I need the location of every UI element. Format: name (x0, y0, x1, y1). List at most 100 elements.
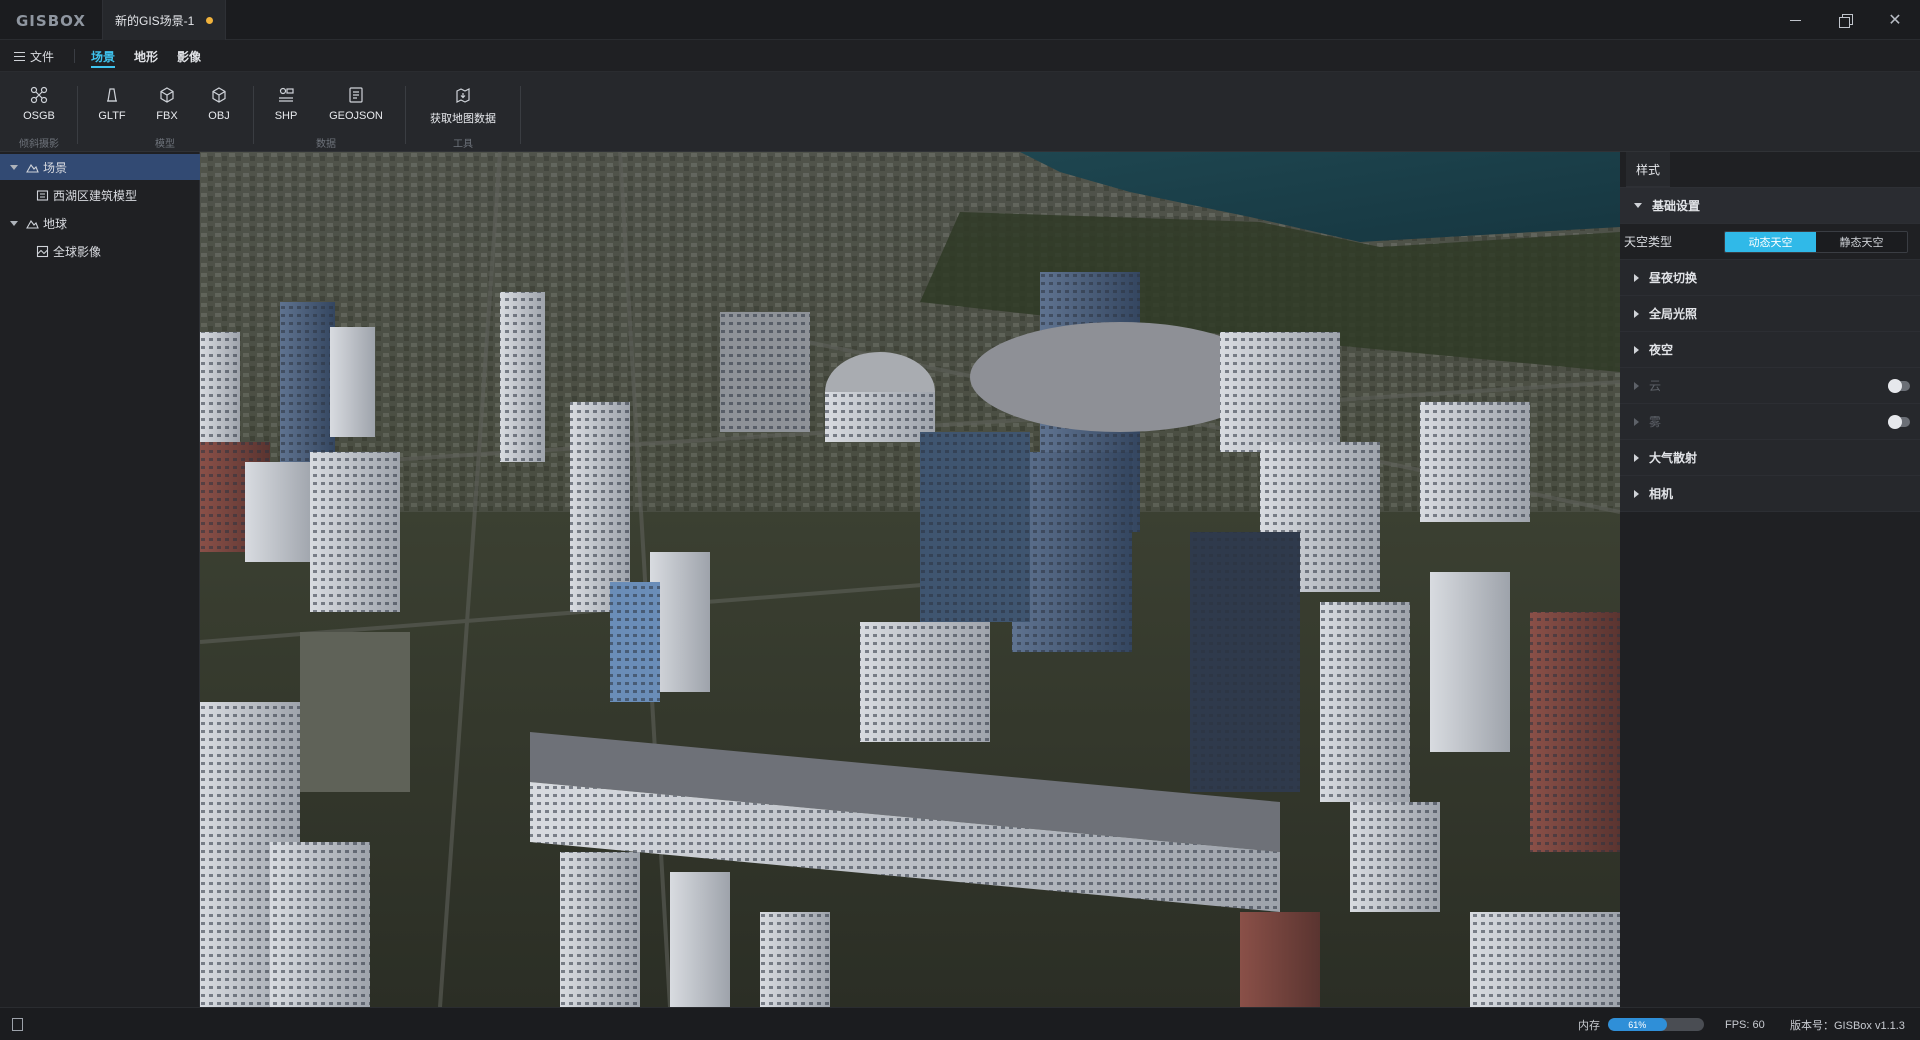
tree-node-globe[interactable]: 地球 (0, 210, 200, 236)
map-download-icon (456, 88, 470, 103)
memory-progress-bar: 61% (1608, 1018, 1704, 1031)
model-icon (36, 189, 49, 201)
toolbar-divider (253, 86, 254, 144)
group-label-tools: 工具 (453, 139, 473, 150)
tree-node-label: 场景 (43, 160, 68, 175)
menu-divider (74, 49, 75, 63)
style-panel-tabs: 样式 (1620, 152, 1920, 188)
tree-node-scene[interactable]: 场景 (0, 154, 200, 180)
drone-icon (30, 86, 48, 104)
fps-readout: FPS: 60 (1725, 1018, 1765, 1031)
image-layer-icon (36, 245, 49, 257)
bell-model-icon (107, 88, 117, 102)
section-fog[interactable]: 雾 (1620, 404, 1920, 440)
section-label: 昼夜切换 (1649, 271, 1698, 285)
static-sky-option[interactable]: 静态天空 (1816, 231, 1907, 252)
tree-node-label: 地球 (43, 216, 68, 231)
dynamic-sky-option[interactable]: 动态天空 (1725, 231, 1816, 252)
section-global-light[interactable]: 全局光照 (1620, 296, 1920, 332)
obj-label: OBJ (208, 110, 230, 122)
tree-node-global-imagery[interactable]: 全球影像 (0, 238, 200, 264)
toolbar-divider (405, 86, 406, 144)
expand-caret-icon (1634, 345, 1639, 354)
file-menu[interactable]: 文件 (14, 40, 54, 72)
tab-style[interactable]: 样式 (1626, 152, 1670, 188)
expand-caret-icon (1634, 417, 1639, 426)
expand-caret-icon (1634, 273, 1639, 282)
document-icon[interactable] (12, 1018, 23, 1031)
status-bar: 内存 61% FPS: 60 版本号：GISBox v1.1.3 (0, 1007, 1920, 1040)
city-scene-render (200, 152, 1620, 1007)
app-logo: GISBOX (16, 12, 86, 30)
fbx-button[interactable]: FBX (137, 86, 197, 122)
section-label: 基础设置 (1652, 199, 1701, 213)
toolbar-ribbon: OSGB 倾斜摄影 GLTF FBX OBJ 模型 SHP GEOJSON 数据… (0, 72, 1920, 152)
mountain-icon (26, 219, 39, 229)
section-label: 雾 (1649, 415, 1662, 429)
layers-icon (279, 87, 294, 102)
section-night-sky[interactable]: 夜空 (1620, 332, 1920, 368)
expand-caret-icon (1634, 309, 1639, 318)
version-label: 版本号：GISBox v1.1.3 (1790, 1019, 1905, 1032)
hamburger-icon (14, 51, 25, 61)
box-icon (212, 87, 226, 103)
toolbar-divider (520, 86, 521, 144)
restore-button[interactable] (1822, 0, 1868, 40)
sky-type-row: 天空类型 动态天空 静态天空 (1620, 224, 1920, 260)
3d-viewport[interactable] (200, 152, 1620, 1007)
fog-toggle[interactable] (1888, 415, 1910, 429)
file-menu-label: 文件 (30, 49, 55, 64)
toolbar-divider (77, 86, 78, 144)
close-button[interactable]: ✕ (1872, 0, 1918, 40)
obj-button[interactable]: OBJ (189, 86, 249, 122)
section-day-night[interactable]: 昼夜切换 (1620, 260, 1920, 296)
gltf-label: GLTF (98, 110, 126, 122)
minimize-button[interactable] (1772, 0, 1818, 40)
expand-caret-icon (1634, 453, 1639, 462)
tree-node-xihu-buildings[interactable]: 西湖区建筑模型 (0, 182, 200, 208)
osgb-button[interactable]: OSGB (9, 86, 69, 122)
sky-type-label: 天空类型 (1624, 235, 1673, 249)
expand-caret-icon (1634, 381, 1639, 390)
section-label: 全局光照 (1649, 307, 1698, 321)
tab-terrain[interactable]: 地形 (134, 40, 158, 72)
group-label-oblique: 倾斜摄影 (19, 139, 59, 150)
group-label-data: 数据 (316, 139, 336, 150)
section-camera[interactable]: 相机 (1620, 476, 1920, 512)
minimize-icon (1789, 19, 1801, 21)
fetch-map-data-label: 获取地图数据 (430, 113, 496, 125)
group-label-model: 模型 (155, 139, 175, 150)
osgb-label: OSGB (23, 110, 55, 122)
sky-type-segmented: 动态天空 静态天空 (1724, 230, 1908, 253)
document-code-icon (349, 87, 363, 103)
memory-label: 内存 (1578, 1019, 1600, 1032)
scene-tree-panel: 场景 西湖区建筑模型 地球 全球影像 (0, 152, 200, 1007)
section-basic-settings[interactable]: 基础设置 (1620, 188, 1920, 224)
collapse-caret-icon (1634, 203, 1642, 208)
shp-button[interactable]: SHP (256, 86, 316, 122)
section-label: 夜空 (1649, 343, 1674, 357)
expand-caret-icon[interactable] (10, 164, 18, 170)
restore-icon (1839, 14, 1853, 28)
document-tab[interactable]: 新的GIS场景-1 (102, 0, 226, 40)
document-tab-label: 新的GIS场景-1 (115, 13, 195, 28)
memory-progress-fill: 61% (1608, 1018, 1667, 1031)
style-panel: 样式 基础设置 天空类型 动态天空 静态天空 昼夜切换 全局光照 夜空 云 雾 … (1620, 152, 1920, 1007)
tab-scene[interactable]: 场景 (91, 40, 116, 72)
section-label: 大气散射 (1649, 451, 1698, 465)
shp-label: SHP (274, 110, 298, 122)
cube-icon (160, 87, 174, 103)
mountain-icon (26, 163, 39, 173)
tab-imagery[interactable]: 影像 (177, 40, 201, 72)
unsaved-dot-icon (206, 17, 213, 24)
tree-node-label: 西湖区建筑模型 (53, 188, 138, 203)
cloud-toggle[interactable] (1888, 379, 1910, 393)
expand-caret-icon[interactable] (10, 220, 18, 226)
geojson-button[interactable]: GEOJSON (326, 86, 386, 122)
section-atmosphere[interactable]: 大气散射 (1620, 440, 1920, 476)
gltf-button[interactable]: GLTF (82, 86, 142, 122)
section-cloud[interactable]: 云 (1620, 368, 1920, 404)
section-label: 相机 (1649, 487, 1674, 501)
expand-caret-icon (1634, 489, 1639, 498)
fetch-map-data-button[interactable]: 获取地图数据 (418, 86, 508, 126)
